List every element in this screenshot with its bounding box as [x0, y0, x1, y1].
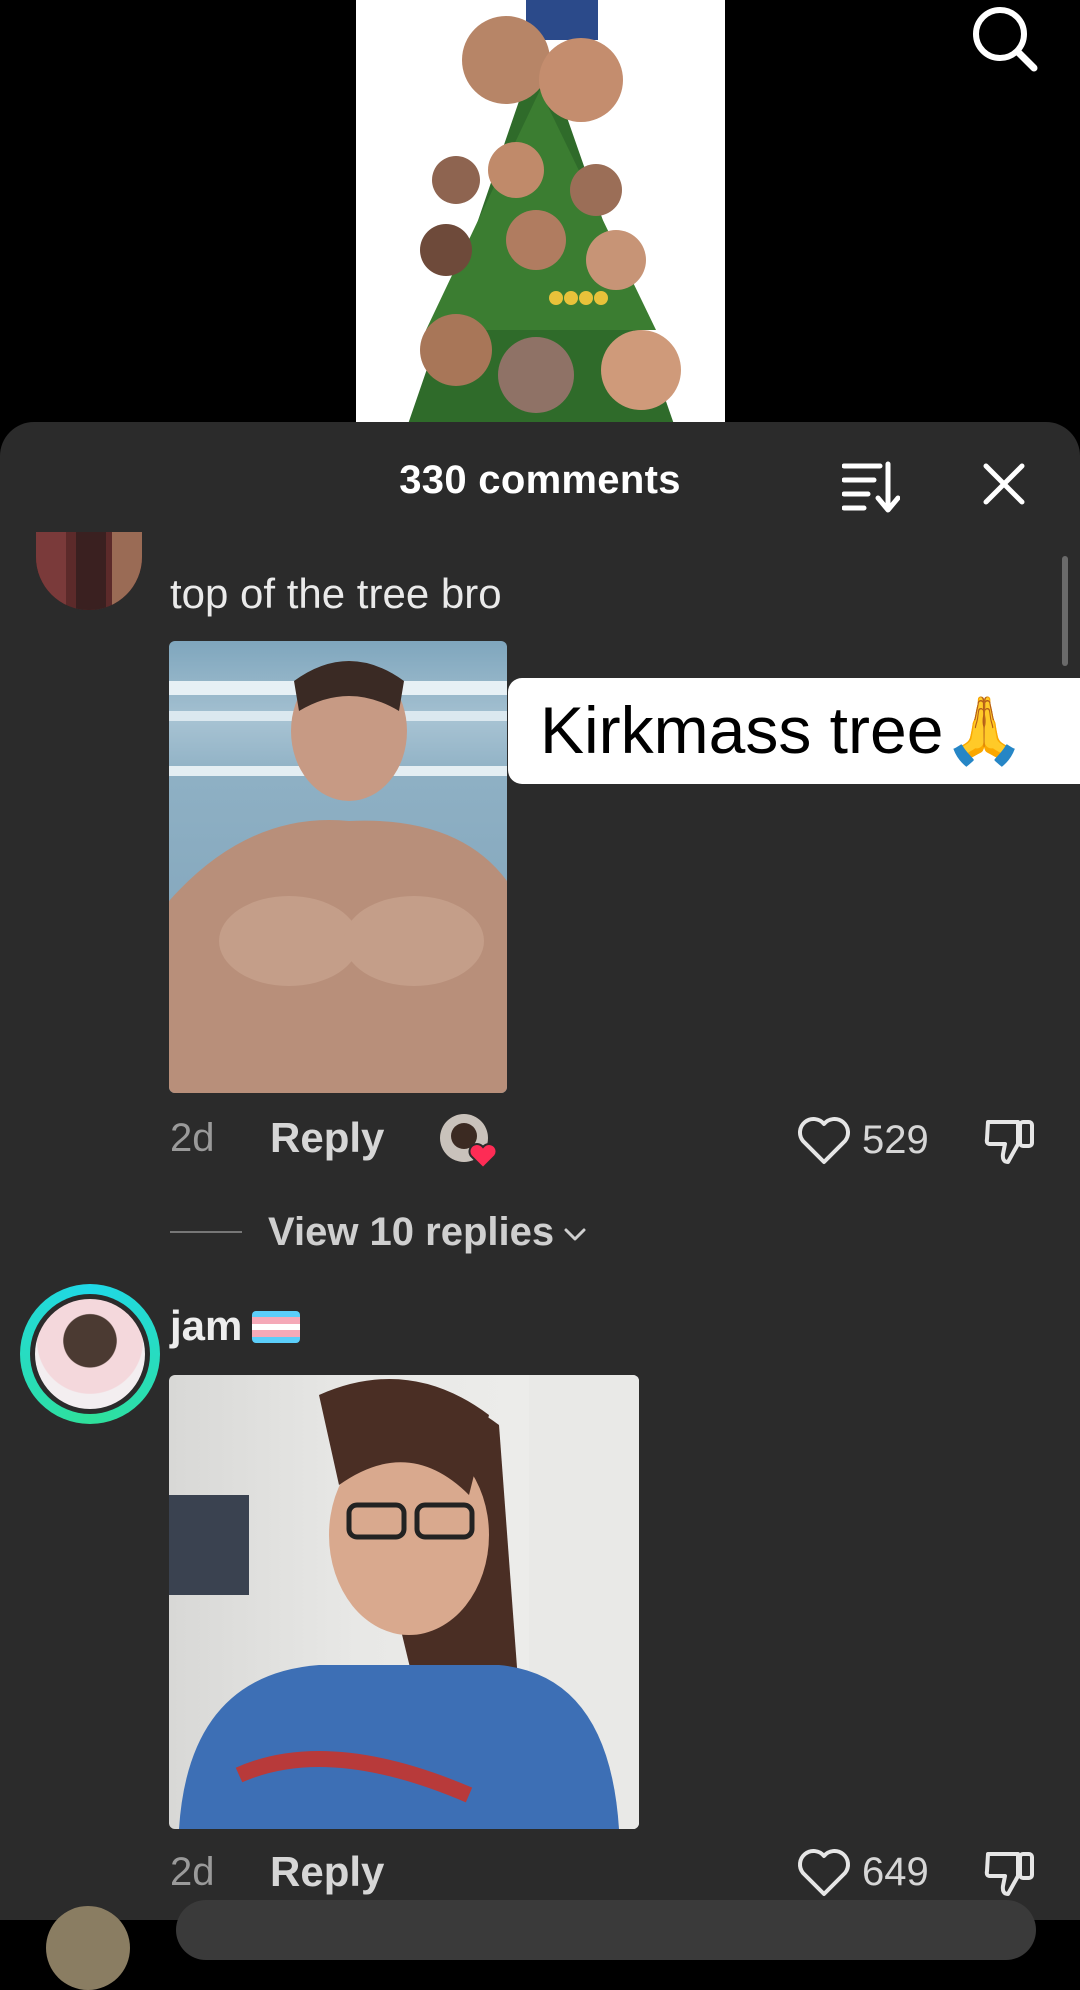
heart-filled-icon — [468, 1143, 498, 1170]
thumbs-down-icon — [984, 1852, 1034, 1896]
creator-liked-badge — [440, 1114, 498, 1170]
search-icon — [973, 7, 1038, 72]
search-button[interactable] — [966, 0, 1042, 76]
comment-count: 330 comments — [399, 458, 681, 502]
avatar-image — [36, 532, 142, 610]
avatar-image — [35, 1299, 145, 1409]
comment-sticker-image[interactable] — [169, 641, 507, 1093]
avatar-ring-gap — [30, 1294, 150, 1414]
collage-tree-image — [356, 0, 725, 430]
view-replies-button[interactable]: View 10 replies — [170, 1202, 588, 1262]
comments-sheet: 330 comments top of the tree bro Kirkmas… — [0, 422, 1080, 1920]
chevron-down-icon — [564, 1228, 586, 1241]
comment-text: top of the tree bro — [170, 570, 502, 617]
sort-button[interactable] — [841, 458, 901, 514]
sticker-image-art — [169, 661, 507, 1093]
like-count: 649 — [862, 1850, 929, 1894]
sort-icon — [841, 461, 901, 513]
comment-sticker-image[interactable] — [169, 1375, 639, 1829]
view-replies-label: View 10 replies — [268, 1209, 555, 1254]
like-button[interactable] — [796, 1846, 852, 1898]
video-player[interactable] — [0, 0, 1080, 440]
like-button[interactable] — [796, 1114, 852, 1166]
video-caption: Kirkmass tree🙏 — [508, 678, 1080, 784]
scrollbar[interactable] — [1062, 556, 1068, 666]
close-icon — [983, 463, 1025, 505]
add-comment-input[interactable] — [176, 1900, 1036, 1960]
close-button[interactable] — [978, 458, 1030, 510]
avatar[interactable] — [36, 532, 142, 610]
comment-age: 2d — [170, 1116, 215, 1160]
avatar[interactable] — [20, 1284, 160, 1424]
trans-flag-emoji — [252, 1311, 300, 1343]
reply-button[interactable]: Reply — [270, 1114, 384, 1162]
video-caption-text: Kirkmass tree🙏 — [540, 693, 1026, 767]
heart-outline-icon — [798, 1849, 850, 1896]
like-count: 529 — [862, 1118, 929, 1162]
sticker-image-art — [169, 1375, 639, 1829]
comment-age: 2d — [170, 1850, 215, 1894]
heart-outline-icon — [798, 1117, 850, 1164]
self-avatar — [46, 1906, 130, 1990]
dislike-button[interactable] — [982, 1114, 1038, 1166]
comments-header: 330 comments — [0, 422, 1080, 540]
replies-divider — [170, 1231, 242, 1233]
comment-username[interactable]: jam — [170, 1302, 242, 1350]
dislike-button[interactable] — [982, 1846, 1038, 1898]
thumbs-down-icon — [984, 1120, 1034, 1164]
video-frame — [356, 0, 725, 430]
reply-button[interactable]: Reply — [270, 1848, 384, 1896]
